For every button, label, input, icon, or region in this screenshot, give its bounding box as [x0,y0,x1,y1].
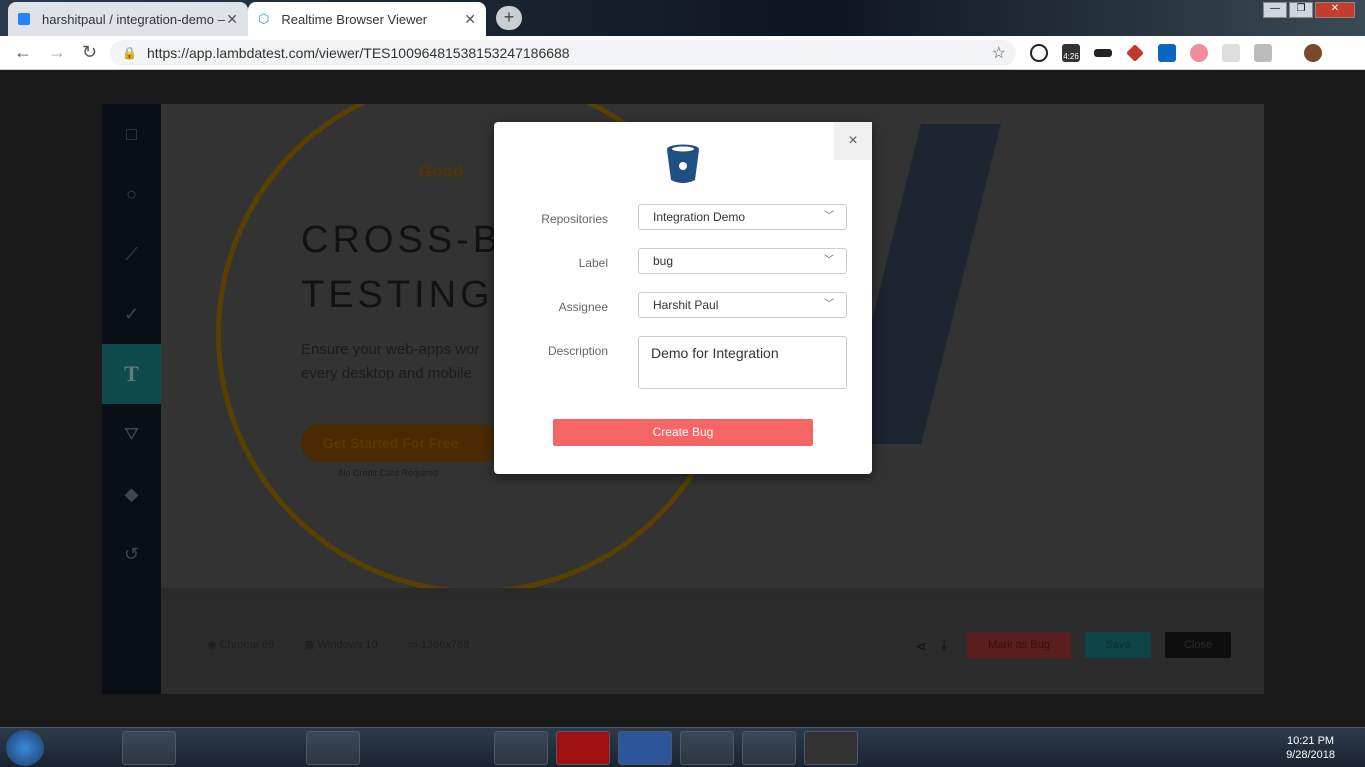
line-tool-icon[interactable]: ⟋ [102,224,161,284]
extensions: 4:26 [1030,44,1322,62]
tab-bar: harshitpaul / integration-demo – ✕ ⬡ Realt… [0,0,1365,36]
taskbar-filezilla-icon[interactable] [556,731,610,765]
taskbar-word-icon[interactable] [618,731,672,765]
os-info: ▦ Windows 10 [304,639,378,651]
close-button[interactable]: Close [1165,632,1231,658]
assignee-select[interactable]: Harshit Paul ﹀ [638,292,847,318]
label-select[interactable]: bug ﹀ [638,248,847,274]
taskbar-sublime-icon[interactable] [804,731,858,765]
extension-icon[interactable] [1030,44,1048,62]
minimize-button[interactable]: — [1263,2,1287,18]
windows-icon: ▦ [304,639,318,651]
system-clock[interactable]: 10:21 PM 9/28/2018 [1286,734,1335,762]
rectangle-tool-icon[interactable]: □ [102,104,161,164]
eraser-tool-icon[interactable]: ◆ [102,464,161,524]
field-label: Assignee [558,300,608,314]
url-input[interactable]: 🔒 https://app.lambdatest.com/viewer/TES10… [110,40,1016,66]
url-text: https://app.lambdatest.com/viewer/TES100… [146,45,570,61]
bitbucket-logo-icon [666,144,700,189]
mark-as-bug-button[interactable]: Mark as Bug [967,632,1071,658]
chevron-down-icon: ﹀ [824,211,834,222]
description-input[interactable]: Demo for Integration [638,336,847,389]
bitbucket-icon [18,13,30,25]
back-icon[interactable]: ← [14,42,34,63]
avatar[interactable] [1304,44,1322,62]
circle-tool-icon[interactable]: ○ [102,164,161,224]
fill-tool-icon[interactable]: ⛛ [102,404,161,464]
download-icon[interactable]: ⤓ [941,636,947,653]
field-label: Repositories [541,212,608,226]
hero-subtext: Ensure your web-apps wor every desktop an… [301,341,480,382]
lambdatest-icon: ⬡ [258,11,270,26]
viewer-footer: ◉ Chrome 69 ▦ Windows 10 ▭ 1366x768 ⋖ ⤓ … [161,600,1264,694]
browser-info: ◉ Chrome 69 [207,639,275,651]
lock-icon: 🔒 [122,46,137,60]
reload-icon[interactable]: ↻ [82,42,102,63]
hero-heading: TESTING [301,274,494,316]
maximize-button[interactable]: ❐ [1289,2,1313,18]
tab-viewer[interactable]: ⬡ Realtime Browser Viewer ✕ [248,2,486,36]
tab-title: harshitpaul / integration-demo – [42,11,225,27]
field-label: Description [547,344,608,358]
taskbar-vlc-icon[interactable] [432,731,486,765]
close-tab-icon[interactable]: ✕ [464,11,476,28]
extension-icon[interactable] [1190,44,1208,62]
annotation-toolbar: □ ○ ⟋ ✓ T ⛛ ◆ ↺ [102,104,161,694]
new-tab-button[interactable]: + [496,6,522,30]
resolution-info: ▭ 1366x768 [407,639,470,651]
linkedin-icon[interactable] [1158,44,1176,62]
create-bug-modal: × Repositories Integration Demo ﹀ Label bug… [494,122,872,474]
extension-icon[interactable] [1222,44,1240,62]
taskbar-chrome-icon[interactable] [306,731,360,765]
taskbar-remote-icon[interactable] [372,731,426,765]
taskbar-media-icon[interactable] [184,731,238,765]
close-tab-icon[interactable]: ✕ [226,11,238,28]
get-started-button[interactable]: Get Started For Free [301,424,501,462]
bookmark-star-icon[interactable]: ☆ [992,43,1006,63]
start-button[interactable] [6,730,44,766]
pen-tool-icon[interactable]: ✓ [102,284,161,344]
save-button[interactable]: Save [1085,632,1151,658]
forward-icon[interactable]: → [48,42,68,63]
taskbar-ie-icon[interactable] [62,731,116,765]
windows-taskbar: 10:21 PM 9/28/2018 [0,727,1365,767]
extension-icon[interactable] [1254,44,1272,62]
extension-icon[interactable] [1094,49,1112,57]
taskbar-slack-icon[interactable] [494,731,548,765]
create-bug-button[interactable]: Create Bug [553,419,813,446]
share-icon[interactable]: ⋖ [915,638,927,655]
close-modal-button[interactable]: × [834,122,872,160]
horizontal-scrollbar[interactable] [161,588,1264,600]
chrome-icon: ◉ [207,639,220,651]
address-bar: ← → ↻ 🔒 https://app.lambdatest.com/viewer… [0,36,1365,70]
taskbar-firefox-icon[interactable] [246,731,300,765]
taskbar-paint-icon[interactable] [742,731,796,765]
chevron-down-icon: ﹀ [824,255,834,266]
repositories-select[interactable]: Integration Demo ﹀ [638,204,847,230]
tab-bitbucket[interactable]: harshitpaul / integration-demo – ✕ [8,2,248,36]
site-logo-text: Good [419,162,464,181]
extension-icon[interactable] [1126,44,1144,62]
taskbar-explorer-icon[interactable] [122,731,176,765]
text-tool-icon[interactable]: T [102,344,161,404]
taskbar-control-panel-icon[interactable] [680,731,734,765]
undo-tool-icon[interactable]: ↺ [102,524,161,584]
monitor-icon: ▭ [407,639,421,651]
hero-heading: CROSS-B [301,219,503,261]
chevron-down-icon: ﹀ [824,299,834,310]
tab-title: Realtime Browser Viewer [281,11,428,27]
field-label: Label [578,256,608,270]
no-credit-card-text: No Credit Card Required [339,468,439,478]
close-window-button[interactable]: ✕ [1315,2,1355,18]
extension-icon[interactable]: 4:26 [1062,44,1080,62]
